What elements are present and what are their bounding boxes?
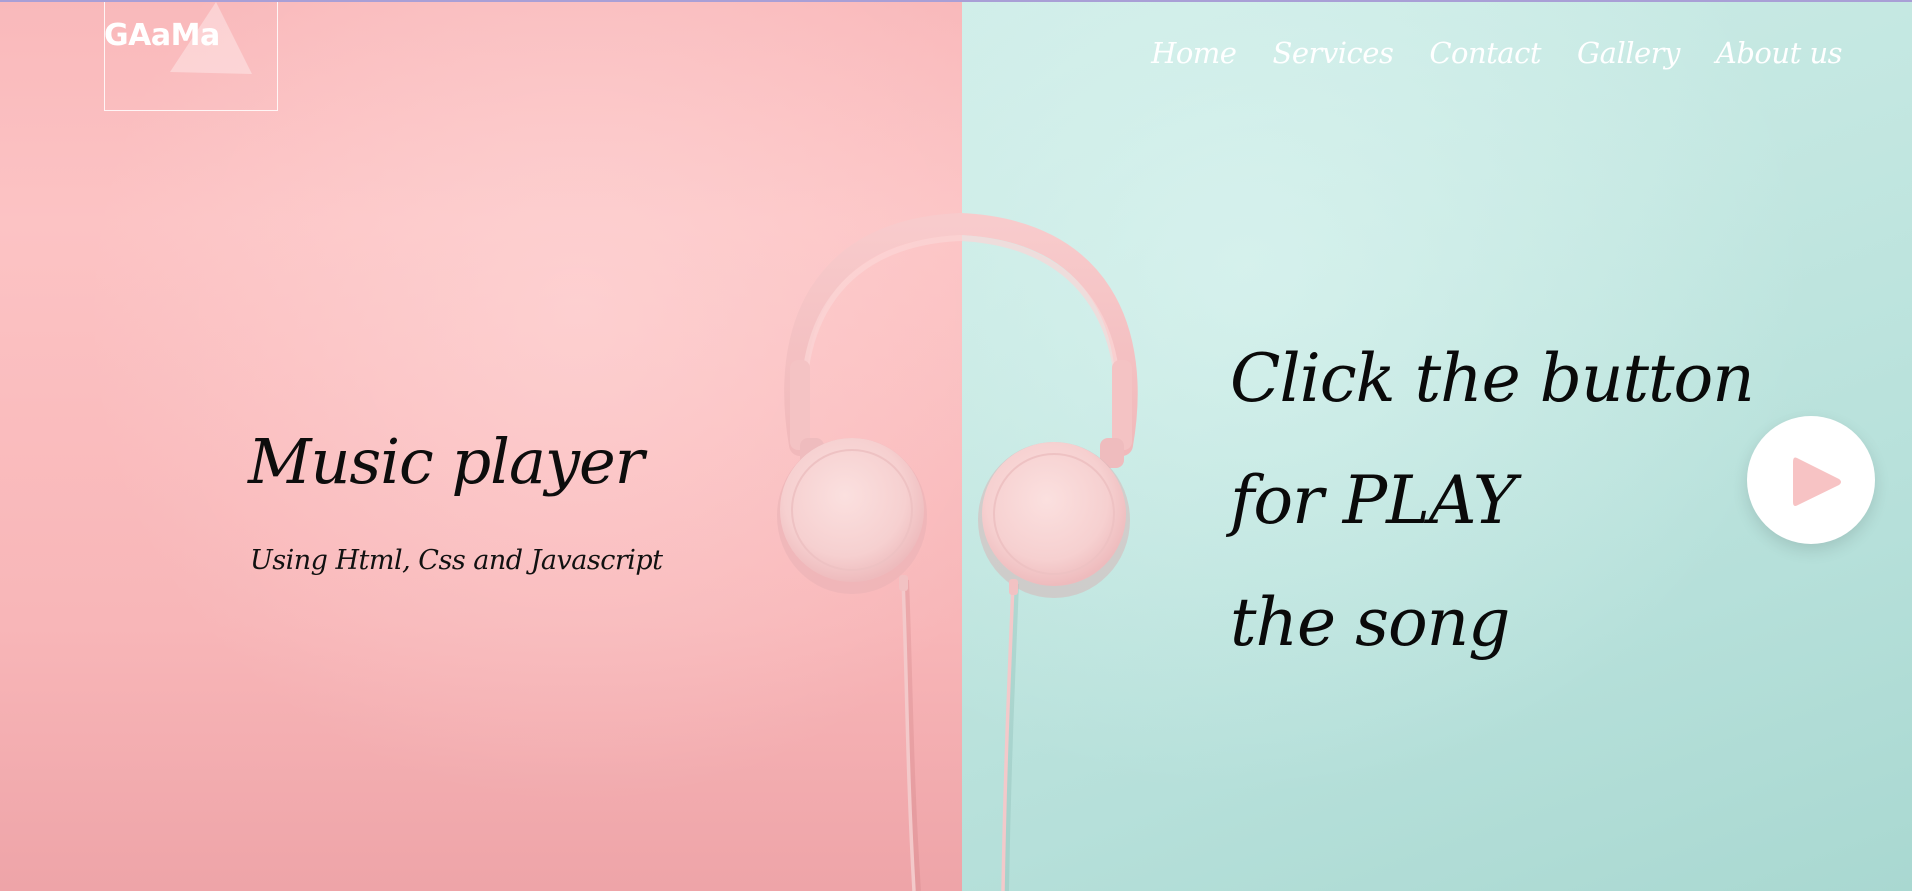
hero-section: GAaMa Home Services Contact Gallery Abou… — [0, 0, 1912, 891]
top-accent-line — [0, 0, 1912, 2]
nav-home-link[interactable]: Home — [1151, 36, 1237, 70]
main-nav: Home Services Contact Gallery About us — [1151, 36, 1842, 70]
page: GAaMa Home Services Contact Gallery Abou… — [0, 0, 1912, 891]
play-icon — [1793, 457, 1841, 506]
cta-line-3: the song — [1230, 584, 1510, 661]
nav-contact-link[interactable]: Contact — [1429, 36, 1541, 70]
brand-logo[interactable]: GAaMa — [104, 18, 220, 53]
logo-frame[interactable] — [104, 0, 278, 111]
nav-about-link[interactable]: About us — [1716, 36, 1843, 70]
hero-title: Music player — [248, 425, 644, 498]
nav-gallery-link[interactable]: Gallery — [1577, 36, 1680, 70]
hero-subtitle: Using Html, Css and Javascript — [250, 545, 663, 576]
headphones-image — [777, 212, 1138, 891]
cta-line-1: Click the button — [1230, 340, 1755, 417]
cta-text: Click the button for PLAY the song — [1230, 318, 1755, 684]
play-button[interactable] — [1747, 416, 1875, 544]
cta-line-2: for PLAY — [1230, 462, 1516, 539]
nav-services-link[interactable]: Services — [1272, 36, 1393, 70]
